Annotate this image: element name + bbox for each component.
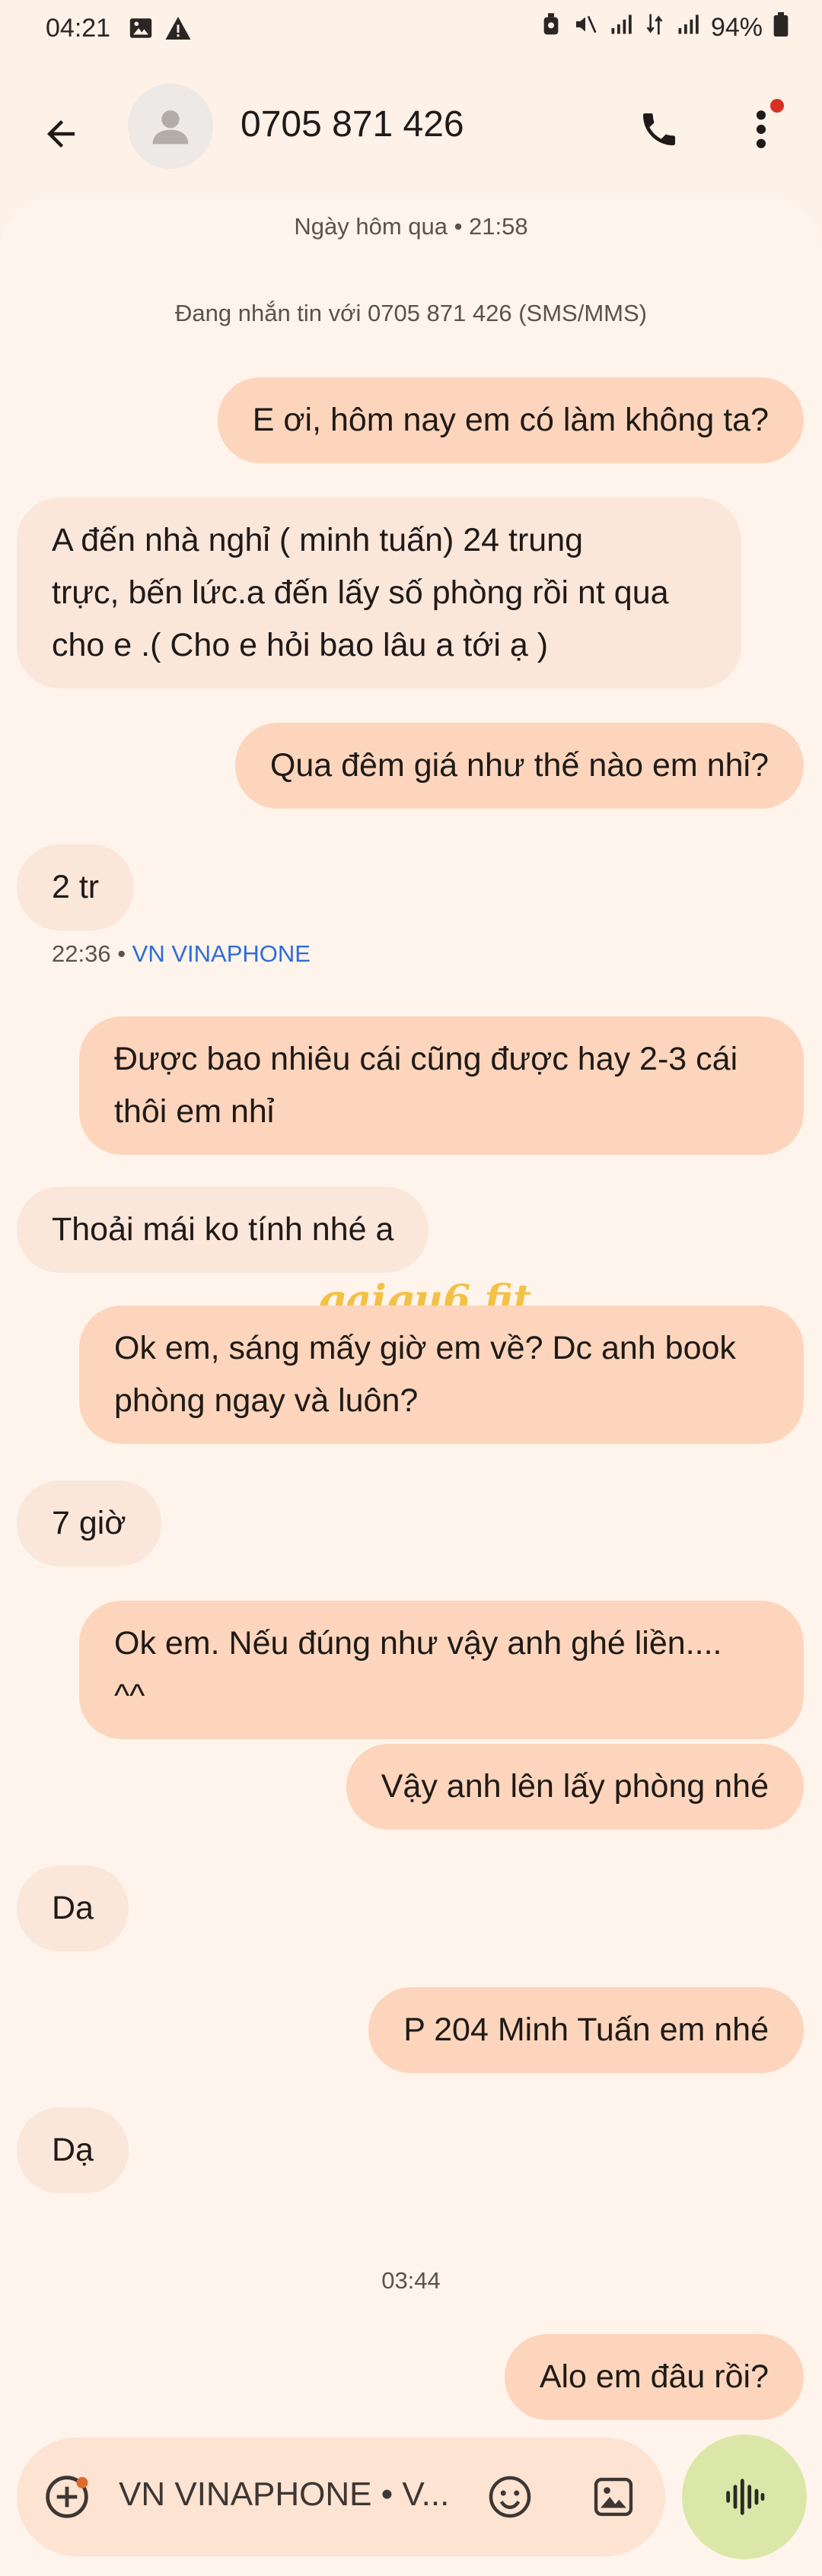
message-composer: VN VINAPHONE • V... bbox=[17, 2438, 665, 2556]
message-text-line: phòng ngay và luôn? bbox=[114, 1382, 419, 1419]
sim-label: VN VINAPHONE bbox=[132, 940, 311, 967]
message-bubble-outgoing[interactable]: Được bao nhiêu cái cũng được hay 2-3 cái… bbox=[79, 1016, 804, 1155]
emoji-button[interactable] bbox=[484, 2471, 536, 2523]
person-icon bbox=[152, 110, 189, 145]
message-bubble-outgoing[interactable]: Qua đêm giá như thế nào em nhỉ? bbox=[234, 723, 804, 809]
battery-percent: 94% bbox=[710, 13, 763, 42]
waveform-icon bbox=[726, 2479, 765, 2515]
contact-name[interactable]: 0705 871 426 bbox=[241, 103, 464, 145]
image-notification-icon bbox=[128, 15, 154, 45]
back-button[interactable] bbox=[30, 103, 91, 164]
message-bubble-incoming[interactable]: Dạ bbox=[17, 2107, 129, 2193]
message-input[interactable]: VN VINAPHONE • V... bbox=[119, 2476, 449, 2514]
more-options-button[interactable] bbox=[734, 99, 789, 160]
message-text-line: cho e .( Cho e hỏi bao lâu a tới ạ ) bbox=[52, 627, 549, 663]
message-bubble-incoming[interactable]: A đến nhà nghỉ ( minh tuấn) 24 trung trự… bbox=[17, 498, 741, 689]
message-text: E ơi, hôm nay em có làm không ta? bbox=[252, 402, 769, 438]
message-text-line: Ok em. Nếu đúng như vậy anh ghé liền.... bbox=[114, 1625, 722, 1662]
message-text-line: Ok em, sáng mấy giờ em về? Dc anh book bbox=[114, 1330, 736, 1366]
status-notification-icons bbox=[128, 15, 192, 45]
message-text-line: ^^ bbox=[114, 1678, 145, 1714]
voice-message-button[interactable] bbox=[682, 2434, 807, 2559]
message-bubble-incoming[interactable]: Da bbox=[17, 1865, 129, 1951]
message-text: Thoải mái ko tính nhé a bbox=[52, 1211, 394, 1248]
phone-icon bbox=[643, 113, 675, 145]
image-icon bbox=[594, 2477, 633, 2517]
gallery-button[interactable] bbox=[588, 2471, 639, 2523]
message-text-line: trực, bến lức.a đến lấy số phòng rồi nt … bbox=[52, 574, 669, 611]
timestamp-time: 22:36 • bbox=[52, 940, 126, 967]
message-bubble-outgoing[interactable]: Alo em đâu rồi? bbox=[504, 2334, 804, 2420]
battery-icon bbox=[773, 12, 789, 43]
data-icon bbox=[644, 12, 665, 43]
message-timestamp: 22:36 • VN VINAPHONE bbox=[52, 940, 311, 968]
message-text: 7 giờ bbox=[52, 1505, 126, 1541]
notification-badge bbox=[770, 99, 784, 113]
message-text-line: thôi em nhỉ bbox=[114, 1093, 275, 1130]
add-circle-icon bbox=[46, 2476, 88, 2518]
mute-icon bbox=[572, 12, 598, 43]
time-divider: 03:44 bbox=[381, 2267, 441, 2294]
message-text-line: A đến nhà nghỉ ( minh tuấn) 24 trung bbox=[52, 522, 584, 558]
message-text: Vậy anh lên lấy phòng nhé bbox=[381, 1768, 769, 1805]
call-button[interactable] bbox=[632, 102, 687, 157]
warning-icon bbox=[164, 15, 192, 45]
message-text: Dạ bbox=[52, 2132, 94, 2168]
message-bubble-incoming[interactable]: 7 giờ bbox=[17, 1480, 161, 1566]
message-bubble-outgoing[interactable]: Ok em. Nếu đúng như vậy anh ghé liền....… bbox=[79, 1601, 804, 1739]
messaging-info: Đang nhắn tin với 0705 871 426 (SMS/MMS) bbox=[175, 300, 647, 326]
message-text: 2 tr bbox=[52, 869, 100, 905]
signal-icon bbox=[609, 13, 633, 43]
signal-icon-2 bbox=[676, 13, 700, 43]
date-divider: Ngày hôm qua • 21:58 bbox=[294, 213, 528, 240]
alarm-icon bbox=[540, 12, 562, 43]
arrow-left-icon bbox=[47, 120, 75, 148]
message-bubble-outgoing[interactable]: Vậy anh lên lấy phòng nhé bbox=[346, 1744, 804, 1830]
message-text-line: Được bao nhiêu cái cũng được hay 2-3 cái bbox=[114, 1041, 738, 1077]
message-bubble-outgoing[interactable]: Ok em, sáng mấy giờ em về? Dc anh book p… bbox=[79, 1305, 804, 1444]
message-bubble-outgoing[interactable]: E ơi, hôm nay em có làm không ta? bbox=[217, 377, 804, 463]
message-text: Alo em đâu rồi? bbox=[539, 2358, 769, 2395]
more-vert-icon bbox=[756, 110, 766, 148]
avatar[interactable] bbox=[128, 84, 213, 169]
message-bubble-incoming[interactable]: Thoải mái ko tính nhé a bbox=[17, 1187, 429, 1273]
attach-button[interactable] bbox=[43, 2473, 91, 2521]
message-text: Qua đêm giá như thế nào em nhỉ? bbox=[269, 747, 769, 784]
status-system-icons: 94% bbox=[540, 12, 789, 43]
status-bar: 04:21 94% bbox=[0, 0, 822, 61]
smiley-icon bbox=[489, 2476, 531, 2518]
app-bar: 0705 871 426 bbox=[0, 61, 822, 192]
message-bubble-incoming[interactable]: 2 tr bbox=[17, 844, 135, 930]
message-bubble-outgoing[interactable]: P 204 Minh Tuấn em nhé bbox=[368, 1987, 804, 2073]
message-text: P 204 Minh Tuấn em nhé bbox=[403, 2012, 769, 2048]
status-time: 04:21 bbox=[46, 14, 111, 43]
message-text: Da bbox=[52, 1890, 94, 1926]
